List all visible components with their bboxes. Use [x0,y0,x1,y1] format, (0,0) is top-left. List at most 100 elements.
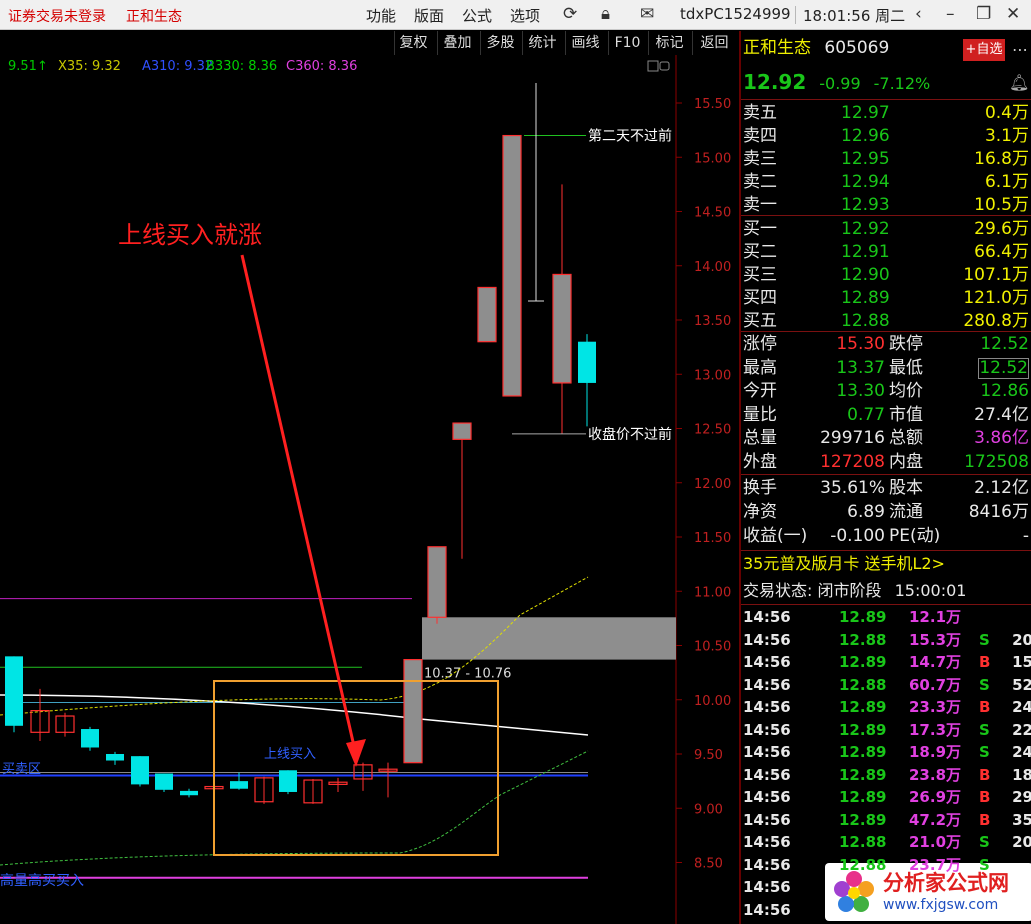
stat-value: -0.100 [830,526,885,546]
tick-count: 22 [1012,720,1031,739]
candle-body [279,770,297,792]
stat-row: 量比 0.77 市值 27.4亿 [741,404,1031,427]
stock-code: 605069 [824,38,890,58]
restore-icon[interactable]: ❐ [976,4,991,24]
tick-side: S [979,833,990,851]
tick-volume: 60.7万 [909,675,962,694]
lock-icon[interactable]: 🔒︎ [601,4,610,24]
stat-label: 均价 [889,381,923,401]
tick-volume: 14.7万 [909,653,962,671]
tick-price: 12.88 [839,833,887,851]
mail-icon[interactable]: ✉ [640,4,654,24]
tick-price: 12.89 [839,720,887,739]
kline-chart[interactable]: 9.51↑ X35: 9.32 A310: 9.32 B330: 8.36 C360: … [0,55,737,924]
minimize-icon[interactable]: – [946,4,955,24]
stat-label: 今开 [743,381,777,401]
tick-volume: 47.2万 [909,810,962,829]
stat-row: 收益(一) -0.100 PE(动) - [741,525,1031,548]
statistics-button[interactable]: 统计 [522,31,562,55]
bid-label: 买一 [743,219,777,239]
stat-value: 0.77 [847,404,885,425]
tick-count: 35 [1012,810,1031,829]
bid-label: 买五 [743,311,777,331]
tick-side: S [979,855,990,874]
stat-row: 最高 13.37 最低 12.52 [741,357,1031,380]
trade-login-status[interactable]: 证券交易未登录 [8,6,106,26]
ma-line-white [0,694,589,736]
tick-price: 12.89 [839,810,887,829]
back-arrow-icon[interactable]: ‹ [915,4,922,24]
price-change: -0.99 [819,74,861,93]
more-icon[interactable]: ⋯ [1009,39,1031,61]
tick-row: 14:56 12.88 60.7万 S 52 [741,674,1031,697]
menu-options[interactable]: 选项 [510,5,540,26]
stat-value: 8416万 [968,502,1029,522]
tick-side: S [979,630,990,649]
candle-body [427,546,447,618]
menu-function[interactable]: 功能 [366,5,396,26]
y-tick-label: 9.50 [694,748,723,763]
tick-time: 14:56 [743,698,791,716]
tick-side: B [979,810,991,829]
bid-row: 买五 12.88 280.8万 [741,310,1031,333]
stat-label: 总额 [889,428,923,448]
trade-state-time: 15:00:01 [894,581,967,600]
candle-body [477,286,497,343]
candle-body [106,754,124,761]
refresh-icon[interactable]: ⟳ [563,4,577,24]
bid-price: 12.89 [841,288,890,308]
tick-price: 12.89 [839,788,887,806]
tick-volume: 15.3万 [909,630,962,649]
candle-body [502,134,522,397]
ma-line-green [0,750,589,866]
tick-time: 14:56 [743,743,791,761]
ask-label: 卖五 [743,103,777,123]
tick-row: 14:56 12.89 26.9万 B 29 [741,786,1031,809]
stat-value: 3.86亿 [974,428,1029,448]
candle-body [230,781,248,789]
stat-value: 2.12亿 [974,478,1029,498]
multi-stock-button[interactable]: 多股 [480,31,520,55]
divider [741,550,1031,551]
restore-rights-button[interactable]: 复权 [394,31,432,55]
y-tick-label: 15.50 [694,97,731,112]
bid-label: 买二 [743,242,777,262]
stat-value: 15.30 [836,334,885,354]
account-id[interactable]: tdxPC1524999 [680,5,791,23]
menu-layout[interactable]: 版面 [414,5,444,26]
stat-label: 外盘 [743,451,777,472]
tick-side: S [979,720,990,739]
mark-button[interactable]: 标记 [648,31,690,55]
add-favorite-button[interactable]: +自选 [963,39,1005,61]
tick-price: 12.88 [839,675,887,694]
stat-value: 172508 [964,451,1029,472]
ask-price: 12.94 [841,172,890,192]
tick-time: 14:56 [743,833,791,851]
divider [741,474,1031,475]
stat-row: 今开 13.30 均价 12.86 [741,380,1031,403]
promo-link[interactable]: 35元普及版月卡 送手机L2> [743,552,945,575]
tick-count: 24 [1012,743,1031,761]
f10-button[interactable]: F10 [608,31,646,55]
ask-row: 卖四 12.96 3.1万 [741,125,1031,148]
tick-row: 14:56 12.89 23.8万 B 18 [741,764,1031,787]
draw-line-button[interactable]: 画线 [565,31,605,55]
overlay-button[interactable]: 叠加 [437,31,477,55]
return-button[interactable]: 返回 [692,31,736,55]
stat-value: 6.89 [847,502,885,522]
y-tick-label: 11.50 [694,531,731,546]
menu-formula[interactable]: 公式 [462,5,492,26]
stat-label: 总量 [743,428,777,448]
ask-label: 卖一 [743,195,777,215]
annotation-next-day: 第二天不过前 [588,128,672,145]
stat-label: 内盘 [889,451,923,472]
candle-body [5,656,23,726]
close-icon[interactable]: ✕ [1006,4,1020,24]
stat-label: PE(动) [889,526,941,546]
candle-body [452,422,472,440]
tick-side: B [979,698,991,716]
tick-row: 14:56 12.89 17.3万 S 22 [741,719,1031,742]
bell-icon[interactable]: 🔔︎ [1009,73,1029,93]
ask-label: 卖四 [743,126,777,146]
tick-count: 18 [1012,765,1031,784]
